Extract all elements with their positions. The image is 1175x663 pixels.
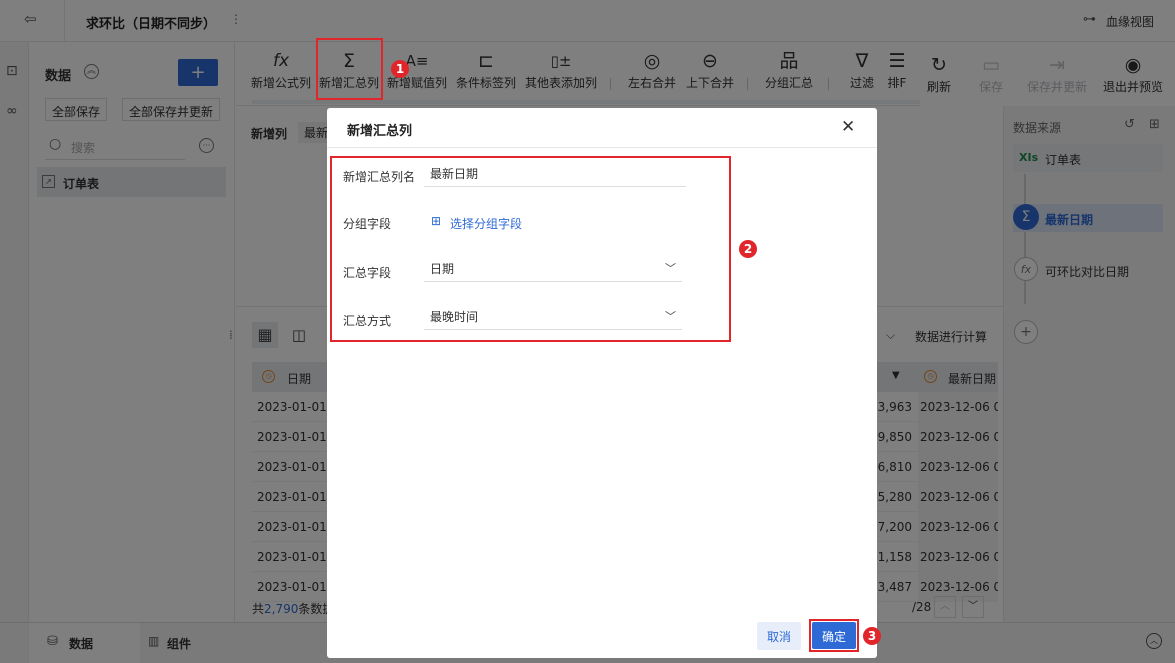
summary-field-select[interactable]: 日期 ﹀: [424, 256, 682, 282]
highlight-box-1: [316, 38, 383, 100]
group-label: 分组字段: [343, 217, 392, 231]
group-icon: ⊞: [431, 214, 442, 228]
step-badge-3: 3: [863, 627, 881, 645]
name-label: 新增汇总列名: [343, 170, 416, 184]
method-label: 汇总方式: [343, 314, 392, 328]
step-badge-2: 2: [739, 240, 757, 258]
chevron-down-icon: ﹀: [665, 262, 676, 275]
summary-field-label: 汇总字段: [343, 266, 392, 280]
summary-field-value: 日期: [430, 262, 455, 276]
select-group-link[interactable]: 选择分组字段: [450, 215, 522, 232]
add-summary-col-dialog: 新增汇总列 ✕ 新增汇总列名 最新日期 分组字段 ⊞ 选择分组字段 汇总字段 日…: [327, 108, 881, 658]
cancel-button[interactable]: 取消: [757, 622, 802, 650]
name-input[interactable]: 最新日期: [424, 161, 686, 187]
ok-button[interactable]: 确定: [812, 622, 857, 649]
dialog-title: 新增汇总列: [347, 124, 413, 139]
method-value: 最晚时间: [430, 310, 479, 324]
chevron-down-icon: ﹀: [665, 310, 676, 323]
highlight-box-2: 新增汇总列名 最新日期 分组字段 ⊞ 选择分组字段 汇总字段 日期 ﹀ 汇总方式…: [330, 156, 731, 342]
dialog-header: 新增汇总列 ✕: [327, 108, 877, 148]
close-icon[interactable]: ✕: [841, 117, 855, 137]
method-select[interactable]: 最晚时间 ﹀: [424, 304, 682, 330]
step-badge-1: 1: [391, 60, 409, 78]
